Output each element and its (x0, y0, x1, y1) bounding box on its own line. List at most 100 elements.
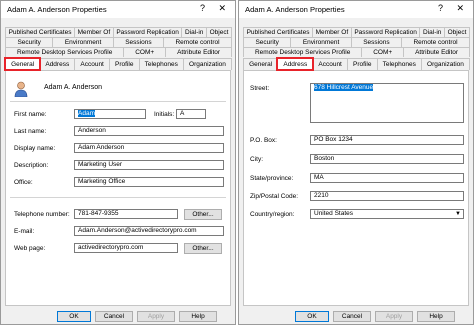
state-input[interactable]: MA (310, 173, 464, 183)
last-name-input[interactable]: Anderson (74, 126, 224, 136)
email-input[interactable]: Adam.Anderson@activedirectorypro.com (74, 226, 224, 236)
divider (10, 101, 226, 102)
title-bar: Adam A. Anderson Properties ? ✕ (239, 1, 473, 18)
apply-button[interactable]: Apply (375, 311, 413, 322)
ok-button[interactable]: OK (57, 311, 91, 322)
street-input[interactable]: 678 Hillcrest Avenue (310, 83, 464, 123)
tab-remote-control[interactable]: Remote control (163, 37, 232, 47)
last-name-label: Last name: (14, 128, 47, 135)
tab-telephones[interactable]: Telephones (376, 58, 422, 70)
telephone-input[interactable]: 781-847-9355 (74, 209, 178, 219)
tab-sessions[interactable]: Sessions (112, 37, 165, 47)
display-name-input[interactable]: Adam Anderson (74, 143, 224, 153)
street-label: Street: (250, 85, 270, 92)
tab-account[interactable]: Account (74, 58, 110, 70)
tab-password-replication[interactable]: Password Replication (350, 27, 421, 37)
user-icon (14, 81, 28, 97)
zip-label: Zip/Postal Code: (250, 193, 299, 200)
tab-security[interactable]: Security (5, 37, 54, 47)
properties-dialog-general: Adam A. Anderson Properties ? ✕ Publishe… (0, 0, 236, 325)
tab-organization[interactable]: Organization (420, 58, 470, 70)
initials-label: Initials: (154, 111, 175, 118)
tab-row-4: General Address Account Profile Telephon… (243, 57, 470, 71)
tab-address[interactable]: Address (276, 57, 315, 71)
pobox-label: P.O. Box: (250, 137, 277, 144)
general-panel: Adam A. Anderson First name: Adam Initia… (5, 70, 231, 306)
help-button[interactable]: Help (179, 311, 217, 322)
cancel-button[interactable]: Cancel (333, 311, 371, 322)
tab-telephones[interactable]: Telephones (138, 58, 184, 70)
tab-attribute-editor[interactable]: Attribute Editor (165, 47, 233, 57)
first-name-input[interactable]: Adam (74, 109, 146, 119)
chevron-down-icon[interactable]: ▼ (455, 210, 461, 218)
tab-published-certificates[interactable]: Published Certificates (5, 27, 76, 37)
tab-object[interactable]: Object (206, 27, 232, 37)
divider (10, 197, 226, 198)
country-label: Country/region: (250, 211, 295, 218)
office-input[interactable]: Marketing Office (74, 177, 224, 187)
city-input[interactable]: Boston (310, 154, 464, 164)
country-value: United States (314, 210, 354, 217)
first-name-label: First name: (14, 111, 47, 118)
telephone-label: Telephone number: (14, 211, 70, 218)
tab-com-plus[interactable]: COM+ (361, 47, 405, 57)
description-label: Description: (14, 162, 49, 169)
tab-remote-control[interactable]: Remote control (401, 37, 470, 47)
tab-member-of[interactable]: Member Of (74, 27, 114, 37)
tab-remote-desktop-services-profile[interactable]: Remote Desktop Services Profile (5, 47, 125, 57)
tab-com-plus[interactable]: COM+ (123, 47, 167, 57)
office-label: Office: (14, 179, 33, 186)
tab-member-of[interactable]: Member Of (312, 27, 352, 37)
title-bar: Adam A. Anderson Properties ? ✕ (1, 1, 235, 18)
properties-dialog-address: Adam A. Anderson Properties ? ✕ Publishe… (238, 0, 474, 325)
window-title: Adam A. Anderson Properties (7, 5, 107, 14)
window-title: Adam A. Anderson Properties (245, 5, 345, 14)
user-display-header: Adam A. Anderson (44, 84, 102, 91)
description-input[interactable]: Marketing User (74, 160, 224, 170)
tab-published-certificates[interactable]: Published Certificates (243, 27, 314, 37)
help-icon[interactable]: ? (200, 3, 205, 13)
tab-general[interactable]: General (3, 57, 42, 71)
webpage-other-button[interactable]: Other... (184, 243, 222, 254)
tab-general[interactable]: General (243, 58, 279, 70)
help-icon[interactable]: ? (438, 3, 443, 13)
tab-sessions[interactable]: Sessions (350, 37, 403, 47)
tab-row-3: Remote Desktop Services Profile COM+ Att… (5, 47, 233, 57)
country-select[interactable]: United States ▼ (310, 209, 464, 219)
tab-profile[interactable]: Profile (346, 58, 378, 70)
tab-row-4: General Address Account Profile Telephon… (3, 57, 232, 71)
tab-address[interactable]: Address (39, 58, 76, 70)
state-label: State/province: (250, 175, 294, 182)
tab-dial-in[interactable]: Dial-in (181, 27, 208, 37)
tab-organization[interactable]: Organization (182, 58, 232, 70)
cancel-button[interactable]: Cancel (95, 311, 133, 322)
display-name-label: Display name: (14, 145, 56, 152)
tab-environment[interactable]: Environment (290, 37, 352, 47)
webpage-label: Web page: (14, 245, 46, 252)
tab-account[interactable]: Account (312, 58, 348, 70)
tab-profile[interactable]: Profile (108, 58, 140, 70)
close-icon[interactable]: ✕ (456, 3, 464, 14)
initials-input[interactable]: A (176, 109, 206, 119)
tab-dial-in[interactable]: Dial-in (419, 27, 446, 37)
webpage-input[interactable]: activedirectorypro.com (74, 243, 178, 253)
help-button[interactable]: Help (417, 311, 455, 322)
telephone-other-button[interactable]: Other... (184, 209, 222, 220)
tab-object[interactable]: Object (444, 27, 470, 37)
email-label: E-mail: (14, 228, 35, 235)
tab-security[interactable]: Security (243, 37, 292, 47)
zip-input[interactable]: 2210 (310, 191, 464, 201)
tab-attribute-editor[interactable]: Attribute Editor (403, 47, 471, 57)
apply-button[interactable]: Apply (137, 311, 175, 322)
tab-password-replication[interactable]: Password Replication (112, 27, 183, 37)
tab-row-2: Security Environment Sessions Remote con… (243, 37, 470, 47)
tab-row-1: Published Certificates Member Of Passwor… (5, 27, 232, 37)
tab-remote-desktop-services-profile[interactable]: Remote Desktop Services Profile (243, 47, 363, 57)
tab-row-1: Published Certificates Member Of Passwor… (243, 27, 470, 37)
tab-row-2: Security Environment Sessions Remote con… (5, 37, 232, 47)
tab-row-3: Remote Desktop Services Profile COM+ Att… (243, 47, 471, 57)
tab-environment[interactable]: Environment (52, 37, 114, 47)
close-icon[interactable]: ✕ (218, 3, 226, 14)
pobox-input[interactable]: PO Box 1234 (310, 135, 464, 145)
ok-button[interactable]: OK (295, 311, 329, 322)
